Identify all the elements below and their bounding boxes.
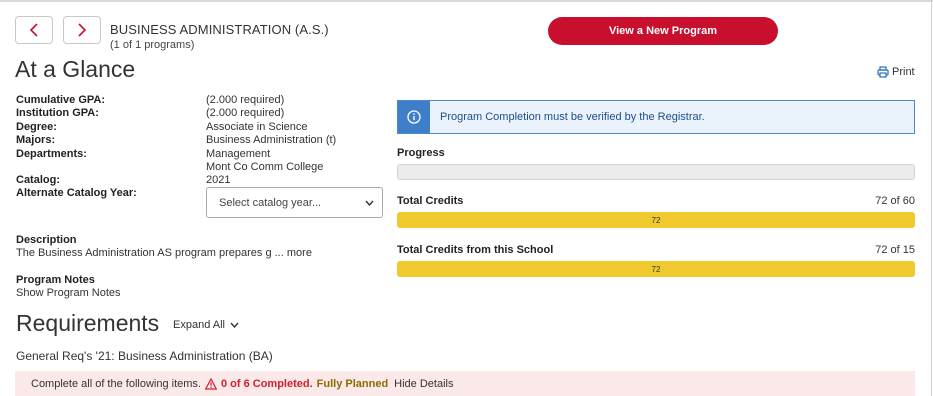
total-credits-value: 72 of 60	[875, 195, 915, 207]
planned-status: Fully Planned	[316, 377, 389, 390]
cumulative-gpa-label: Cumulative GPA:	[16, 94, 106, 106]
registrar-info-box: Program Completion must be verified by t…	[397, 100, 915, 134]
total-credits-label: Total Credits	[397, 195, 464, 207]
catalog-year-select[interactable]: Select catalog year...	[206, 187, 383, 218]
institution-gpa-label: Institution GPA:	[16, 107, 99, 119]
warning-icon	[204, 377, 217, 390]
show-program-notes-link[interactable]: Show Program Notes	[16, 287, 121, 299]
requirement-status-strip: Complete all of the following items. 0 o…	[15, 371, 915, 396]
degree-value: Associate in Science	[206, 121, 308, 133]
chevron-right-icon	[78, 23, 87, 37]
chevron-left-icon	[29, 23, 38, 37]
institution-gpa-value: (2.000 required)	[206, 107, 285, 119]
total-credits-bar: 72	[397, 212, 915, 228]
at-a-glance-heading: At a Glance	[15, 56, 136, 82]
chevron-down-icon	[230, 322, 239, 328]
departments-label: Departments:	[16, 148, 87, 160]
school-credits-value: 72 of 15	[875, 244, 915, 256]
majors-label: Majors:	[16, 134, 56, 146]
status-instruction: Complete all of the following items.	[31, 377, 201, 390]
info-message: Program Completion must be verified by t…	[440, 111, 705, 123]
previous-program-button[interactable]	[15, 16, 53, 44]
school-credits-label: Total Credits from this School	[397, 244, 554, 256]
print-link[interactable]: Print	[877, 66, 915, 78]
description-text: The Business Administration AS program p…	[16, 247, 312, 259]
progress-label: Progress	[397, 147, 445, 159]
completed-count: 0 of 6 Completed.	[220, 377, 313, 390]
print-label: Print	[892, 66, 915, 78]
majors-value: Business Administration (t)	[206, 134, 337, 146]
expand-all-label: Expand All	[173, 319, 225, 331]
program-title: BUSINESS ADMINISTRATION (A.S.)	[110, 22, 329, 37]
top-border	[0, 0, 933, 2]
catalog-value: 2021	[206, 174, 231, 186]
right-border	[931, 0, 932, 396]
description-body: The Business Administration AS program p…	[16, 247, 284, 259]
hide-details-link[interactable]: Hide Details	[394, 378, 453, 390]
school-value: Mont Co Comm College	[206, 161, 324, 173]
school-credits-bar: 72	[397, 261, 915, 277]
printer-icon	[877, 66, 889, 78]
requirement-group-title: General Req's '21: Business Administrati…	[16, 349, 273, 363]
total-credits-bar-label: 72	[651, 215, 661, 225]
program-count: (1 of 1 programs)	[110, 39, 195, 51]
cumulative-gpa-value: (2.000 required)	[206, 94, 285, 106]
requirements-heading: Requirements	[16, 310, 160, 336]
info-icon	[407, 110, 421, 124]
departments-value: Management	[206, 148, 271, 160]
description-more-link[interactable]: more	[287, 247, 312, 259]
chevron-down-icon	[365, 200, 374, 206]
catalog-label: Catalog:	[16, 174, 60, 186]
degree-label: Degree:	[16, 121, 57, 133]
catalog-year-placeholder: Select catalog year...	[219, 196, 322, 209]
school-credits-bar-label: 72	[651, 264, 661, 274]
view-new-program-button[interactable]: View a New Program	[548, 17, 778, 45]
alternate-catalog-label: Alternate Catalog Year:	[16, 187, 137, 199]
info-icon-container	[398, 101, 430, 133]
program-notes-label: Program Notes	[16, 274, 95, 286]
expand-all-toggle[interactable]: Expand All	[173, 319, 239, 331]
description-label: Description	[16, 234, 77, 246]
progress-bar	[397, 164, 915, 180]
next-program-button[interactable]	[63, 16, 101, 44]
